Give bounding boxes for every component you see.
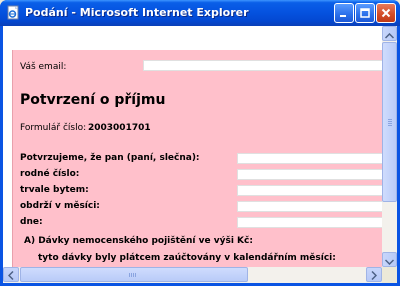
title-bar[interactable]: Podání - Microsoft Internet Explorer (0, 0, 400, 26)
section-a-heading: A) Dávky nemocenského pojištění ve výši … (24, 236, 253, 246)
email-label: Váš email: (20, 62, 67, 72)
browser-frame: Váš email: Potvrzení o příjmu Formulář č… (3, 26, 397, 283)
window-title: Podání - Microsoft Internet Explorer (25, 6, 249, 19)
month-label: obdrží v měsíci: (20, 201, 100, 211)
page-content: Váš email: Potvrzení o příjmu Formulář č… (3, 26, 382, 267)
person-input[interactable] (237, 153, 382, 164)
browser-window: Podání - Microsoft Internet Explorer Váš… (0, 0, 400, 286)
birth-number-input[interactable] (237, 169, 382, 180)
page-title: Potvrzení o příjmu (20, 92, 166, 108)
form-panel: Váš email: Potvrzení o příjmu Formulář č… (12, 50, 382, 267)
birth-number-label: rodné číslo: (20, 169, 80, 179)
horizontal-scroll-thumb[interactable] (20, 267, 248, 282)
minimize-button[interactable] (334, 3, 354, 23)
date-input[interactable] (237, 217, 382, 228)
close-icon (380, 4, 392, 23)
arrow-left-icon (7, 265, 14, 284)
maximize-icon (359, 4, 371, 23)
scroll-up-button[interactable] (382, 26, 397, 41)
address-input[interactable] (237, 185, 382, 196)
arrow-right-icon (371, 265, 378, 284)
close-button[interactable] (376, 3, 396, 23)
minimize-icon (338, 4, 350, 23)
ie-page-icon (6, 5, 21, 20)
scroll-left-button[interactable] (3, 267, 19, 282)
horizontal-scrollbar[interactable] (3, 267, 382, 283)
vertical-scrollbar[interactable] (382, 26, 397, 267)
date-label: dne: (20, 217, 43, 227)
form-number-value: 2003001701 (88, 123, 151, 133)
person-label: Potvrzujeme, že pan (paní, slečna): (20, 153, 200, 163)
address-label: trvale bytem: (20, 185, 89, 195)
vertical-scroll-thumb[interactable] (382, 42, 397, 202)
month-input[interactable] (237, 201, 382, 212)
email-input[interactable] (143, 60, 382, 71)
scroll-down-button[interactable] (382, 252, 397, 267)
form-number-label: Formulář číslo: (20, 123, 87, 133)
maximize-button[interactable] (355, 3, 375, 23)
section-a-subtext: tyto dávky byly plátcem zaúčtovány v kal… (38, 253, 336, 263)
arrow-up-icon (384, 24, 395, 43)
scroll-right-button[interactable] (366, 267, 382, 282)
scrollbar-corner (382, 267, 397, 283)
